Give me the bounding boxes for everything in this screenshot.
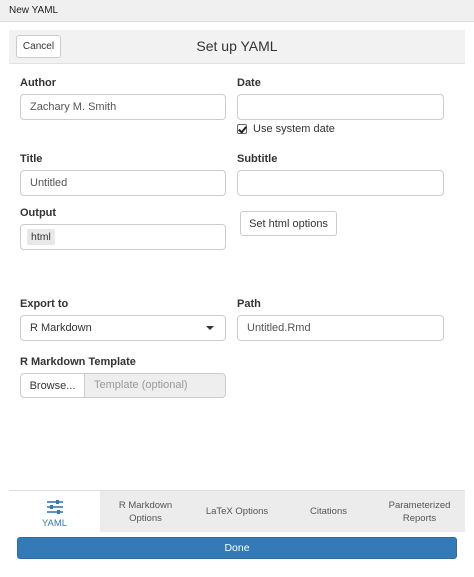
tab-citations[interactable]: Citations — [283, 491, 374, 533]
dialog-title: Set up YAML — [196, 38, 278, 54]
date-label: Date — [237, 77, 261, 89]
tab-latex-options-label: LaTeX Options — [205, 506, 269, 517]
tab-latex-options[interactable]: LaTeX Options — [191, 491, 283, 533]
window-titlebar: New YAML — [0, 0, 474, 22]
dialog-header: Cancel Set up YAML — [9, 30, 465, 64]
title-label: Title — [20, 153, 43, 165]
tab-parameterized-reports-line1: Parameterized — [388, 500, 451, 511]
use-system-date-label: Use system date — [253, 123, 335, 135]
author-input[interactable]: Zachary M. Smith — [20, 94, 226, 120]
caret-down-icon — [206, 326, 214, 330]
output-label: Output — [20, 207, 57, 219]
template-input: Template (optional) — [84, 373, 226, 398]
browse-button[interactable]: Browse... — [20, 373, 85, 398]
done-button[interactable]: Done — [17, 537, 457, 559]
subtitle-label: Subtitle — [237, 153, 278, 165]
tab-parameterized-reports-line2: Reports — [402, 513, 437, 524]
path-label: Path — [237, 298, 261, 310]
tab-yaml[interactable]: YAML — [9, 491, 100, 533]
date-input[interactable] — [237, 94, 444, 120]
checkbox-checked-icon[interactable] — [237, 124, 247, 134]
tab-citations-label: Citations — [310, 506, 347, 517]
subtitle-input[interactable] — [237, 170, 444, 196]
export-to-value: R Markdown — [30, 322, 92, 334]
output-chip[interactable]: html — [27, 229, 55, 245]
tab-bar: YAML R Markdown Options LaTeX Options Ci… — [9, 490, 465, 533]
path-input[interactable]: Untitled.Rmd — [237, 315, 444, 341]
template-label: R Markdown Template — [20, 356, 136, 368]
sliders-icon — [47, 500, 63, 514]
export-to-select[interactable]: R Markdown — [20, 315, 226, 341]
title-input[interactable]: Untitled — [20, 170, 226, 196]
set-html-options-button[interactable]: Set html options — [240, 211, 337, 236]
window-title: New YAML — [9, 5, 59, 16]
tab-r-markdown-options[interactable]: R Markdown Options — [100, 491, 191, 533]
tab-yaml-label: YAML — [41, 518, 68, 529]
tab-r-markdown-options-line2: Options — [129, 513, 162, 524]
output-field[interactable]: html — [20, 224, 226, 250]
tab-parameterized-reports[interactable]: Parameterized Reports — [374, 491, 465, 533]
author-label: Author — [20, 77, 57, 89]
export-to-label: Export to — [20, 298, 69, 310]
tab-r-markdown-options-line1: R Markdown — [118, 500, 173, 511]
